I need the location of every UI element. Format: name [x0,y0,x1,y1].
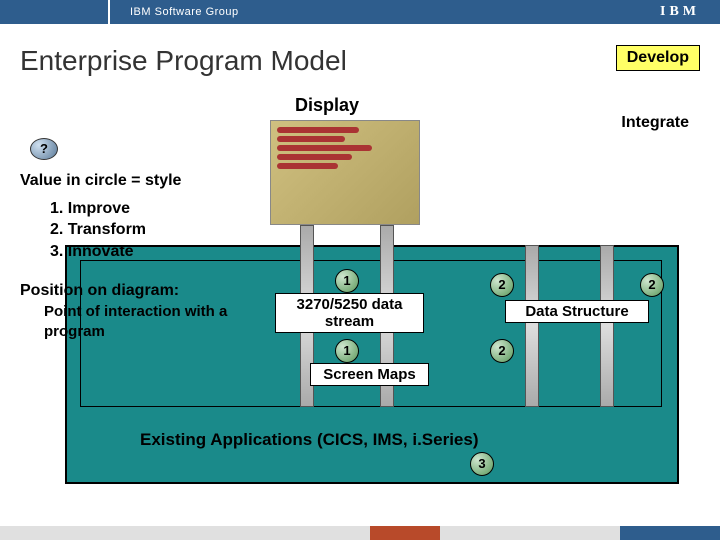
display-label: Display [295,95,359,116]
integrate-label: Integrate [610,110,700,136]
data-stream-box: 3270/5250 data stream [275,293,424,333]
legend-item-1: 1. Improve [20,198,254,220]
pillar [525,245,539,407]
pillar [600,245,614,407]
legend-item-2: 2. Transform [20,219,254,241]
legend: Value in circle = style 1. Improve 2. Tr… [20,170,254,342]
circle-2-bottom: 2 [490,339,514,363]
circle-3: 3 [470,452,494,476]
develop-button[interactable]: Develop [616,45,700,71]
circle-2-mid: 2 [490,273,514,297]
legend-position-body: Point of interaction with a program [20,302,254,343]
footer-bar [0,526,720,540]
circle-1-bottom: 1 [335,339,359,363]
top-bar: IBM Software Group [0,0,720,24]
question-circle: ? [30,138,58,160]
data-structure-box: Data Structure [505,300,649,323]
circle-2-right: 2 [640,273,664,297]
existing-apps-label: Existing Applications (CICS, IMS, i.Seri… [140,430,479,450]
top-bar-accent [0,0,110,24]
ibm-logo: IBM [660,4,700,20]
legend-header: Value in circle = style [20,170,254,192]
display-screenshot [270,120,420,225]
screen-maps-box: Screen Maps [310,363,429,386]
circle-1-top: 1 [335,269,359,293]
top-bar-title: IBM Software Group [110,6,239,18]
legend-item-3: 3. Innovate [20,241,254,263]
page-title: Enterprise Program Model [20,45,347,77]
legend-position-header: Position on diagram: [20,280,254,302]
